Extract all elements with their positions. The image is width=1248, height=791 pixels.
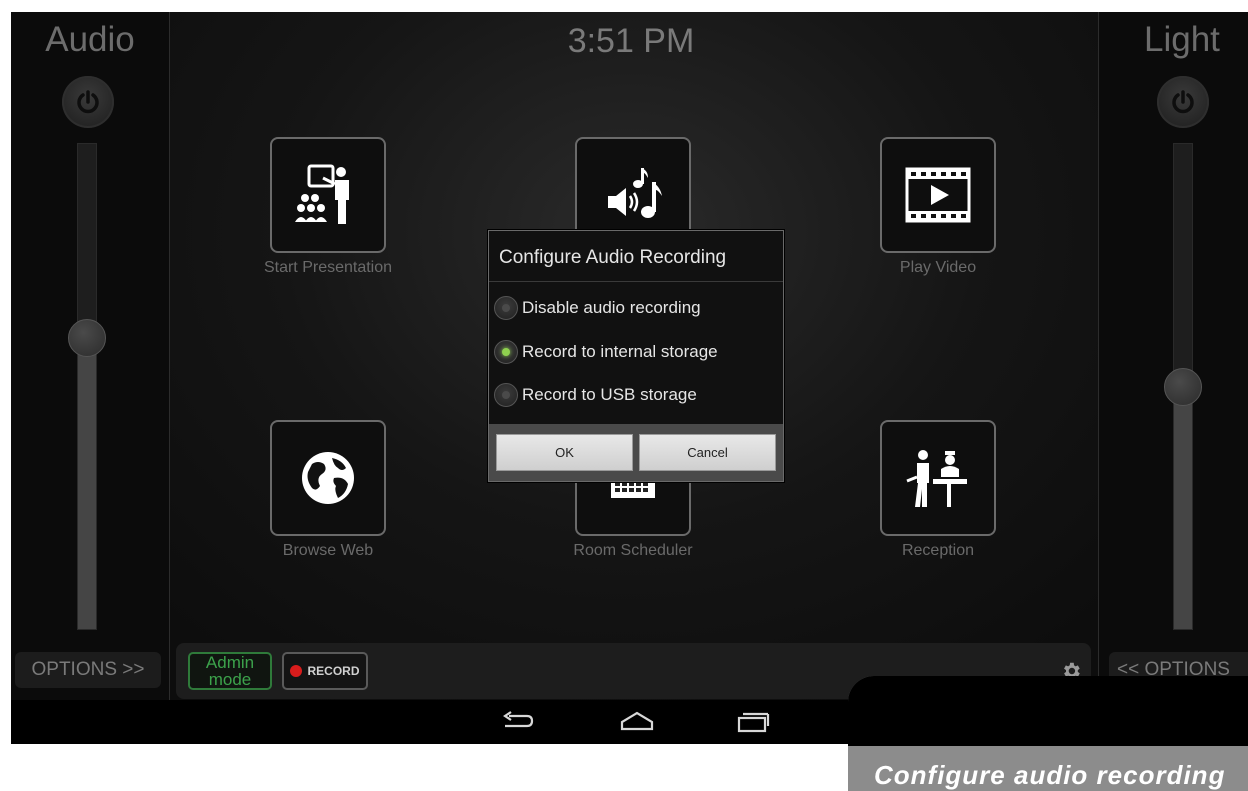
- presentation-icon: [295, 164, 349, 224]
- light-panel-title: Light: [1144, 20, 1220, 59]
- tile-play-video[interactable]: Play Video: [793, 137, 1083, 277]
- tile-play-video-button[interactable]: [880, 137, 996, 253]
- light-level-fill: [1174, 386, 1192, 629]
- back-icon[interactable]: [501, 710, 535, 734]
- home-icon[interactable]: [619, 710, 655, 734]
- light-level-slider[interactable]: [1164, 143, 1202, 630]
- record-button[interactable]: RECORD: [282, 652, 368, 690]
- power-icon: [1172, 90, 1194, 114]
- radio-button-selected[interactable]: [494, 340, 518, 364]
- configure-audio-recording-dialog: Configure Audio Recording Disable audio …: [488, 230, 784, 482]
- clock: 3:51 PM: [567, 22, 695, 60]
- globe-icon: [302, 452, 354, 504]
- audio-music-icon: [608, 168, 662, 218]
- dialog-divider: [489, 281, 783, 282]
- radio-option-disable[interactable]: Disable audio recording: [494, 294, 701, 322]
- radio-button[interactable]: [494, 383, 518, 407]
- radio-option-internal[interactable]: Record to internal storage: [494, 338, 718, 366]
- record-dot-icon: [290, 665, 303, 677]
- tile-label: Play Video: [899, 259, 977, 276]
- admin-mode-label-line1: Admin: [205, 653, 255, 672]
- tile-browse-web-button[interactable]: [270, 420, 386, 536]
- admin-mode-button[interactable]: Admin mode: [188, 652, 272, 690]
- audio-volume-slider[interactable]: [68, 143, 106, 630]
- caption-text: Configure audio recording: [874, 760, 1226, 790]
- audio-volume-thumb[interactable]: [68, 319, 106, 357]
- record-label: RECORD: [307, 664, 360, 678]
- cancel-button[interactable]: Cancel: [639, 434, 776, 471]
- reception-icon: [906, 450, 967, 507]
- dialog-button-bar: OK Cancel: [489, 424, 783, 481]
- recent-apps-icon[interactable]: [735, 710, 771, 734]
- caption-overlay: Configure audio recording: [848, 676, 1248, 791]
- tile-reception[interactable]: Reception: [793, 420, 1083, 560]
- tile-start-presentation-button[interactable]: [270, 137, 386, 253]
- audio-panel-title: Audio: [45, 20, 135, 59]
- audio-power-button[interactable]: [62, 76, 114, 128]
- tile-label: Reception: [901, 542, 975, 559]
- dialog-title: Configure Audio Recording: [499, 247, 727, 268]
- ok-button[interactable]: OK: [496, 434, 633, 471]
- power-icon: [77, 90, 99, 114]
- tile-label: Browse Web: [282, 542, 374, 559]
- light-power-button[interactable]: [1157, 76, 1209, 128]
- tile-label: Room Scheduler: [573, 542, 693, 559]
- tile-label: Start Presentation: [263, 259, 393, 276]
- radio-label: Record to internal storage: [522, 342, 718, 361]
- tile-browse-web[interactable]: Browse Web: [183, 420, 473, 560]
- audio-panel: Audio OPTIONS >>: [11, 12, 170, 700]
- audio-volume-fill: [78, 338, 96, 629]
- touch-panel-screen: Audio OPTIONS >> Light << OPTIONS 3:51 P…: [11, 12, 1248, 744]
- radio-option-usb[interactable]: Record to USB storage: [494, 381, 697, 409]
- admin-mode-label-line2: mode: [208, 670, 252, 689]
- radio-button[interactable]: [494, 296, 518, 320]
- light-panel: Light << OPTIONS: [1098, 12, 1248, 700]
- radio-label: Record to USB storage: [522, 385, 697, 404]
- light-level-thumb[interactable]: [1164, 367, 1202, 406]
- audio-options-button[interactable]: OPTIONS >>: [15, 652, 161, 688]
- tile-start-presentation[interactable]: Start Presentation: [183, 137, 473, 277]
- tile-reception-button[interactable]: [880, 420, 996, 536]
- radio-label: Disable audio recording: [522, 298, 701, 317]
- caption-overlay-dark-band: [848, 676, 1248, 746]
- film-play-icon: [905, 167, 971, 223]
